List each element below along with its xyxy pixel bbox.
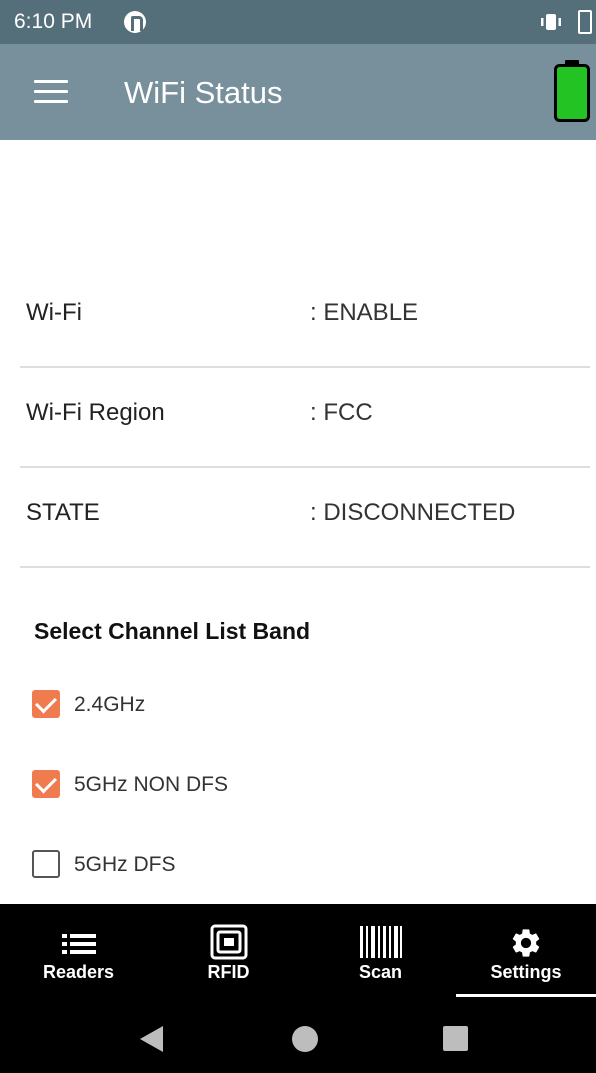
barcode-icon <box>359 926 402 958</box>
list-icon <box>61 934 96 954</box>
app-bar: WiFi Status <box>0 44 596 140</box>
info-row-state: STATE : DISCONNECTED <box>20 468 590 568</box>
recents-icon[interactable] <box>443 1026 468 1051</box>
nav-label-settings: Settings <box>490 962 562 982</box>
app-notification-icon <box>124 11 146 33</box>
region-label: Wi-Fi Region <box>26 399 165 426</box>
nav-item-settings[interactable]: Settings <box>456 904 596 1008</box>
checkbox-label: 2.4GHz <box>74 693 146 716</box>
checkbox-5ghz-non-dfs[interactable] <box>32 770 60 798</box>
nav-label-rfid: RFID <box>207 962 250 982</box>
battery-icon <box>578 10 592 34</box>
home-icon[interactable] <box>292 1026 318 1052</box>
gear-icon <box>512 929 540 957</box>
nav-item-readers[interactable]: Readers <box>4 904 153 1008</box>
nav-label-readers: Readers <box>42 962 115 982</box>
checkbox-label: 5GHz DFS <box>74 853 176 876</box>
band-section-title: Select Channel List Band <box>34 618 311 644</box>
nav-item-scan[interactable]: Scan <box>306 904 455 1008</box>
nav-item-rfid[interactable]: RFID <box>154 904 303 1008</box>
checkbox-5ghz-dfs[interactable] <box>32 850 60 878</box>
state-value: : DISCONNECTED <box>310 499 516 526</box>
wifi-label: Wi-Fi <box>26 299 82 326</box>
nav-label-scan: Scan <box>358 962 403 982</box>
battery-full-icon <box>554 60 590 122</box>
region-value: : FCC <box>310 399 373 426</box>
rfid-tag-icon <box>210 924 247 960</box>
vibrate-icon <box>541 14 561 30</box>
checkbox-label: 5GHz NON DFS <box>74 773 229 796</box>
menu-icon[interactable] <box>34 80 68 106</box>
status-time: 6:10 PM <box>14 10 93 33</box>
info-row-region: Wi-Fi Region : FCC <box>20 368 590 468</box>
checkbox-2-4ghz[interactable] <box>32 690 60 718</box>
info-row-wifi: Wi-Fi : ENABLE <box>20 268 590 368</box>
selected-tab-indicator <box>456 994 596 997</box>
bottom-nav: Readers RFID Scan Settings <box>0 904 596 1008</box>
system-nav-bar <box>0 1008 596 1073</box>
back-icon[interactable] <box>140 1026 163 1052</box>
wifi-value: : ENABLE <box>310 299 419 326</box>
state-label: STATE <box>26 499 100 526</box>
status-bar: 6:10 PM <box>0 0 596 44</box>
page-title: WiFi Status <box>124 75 283 110</box>
